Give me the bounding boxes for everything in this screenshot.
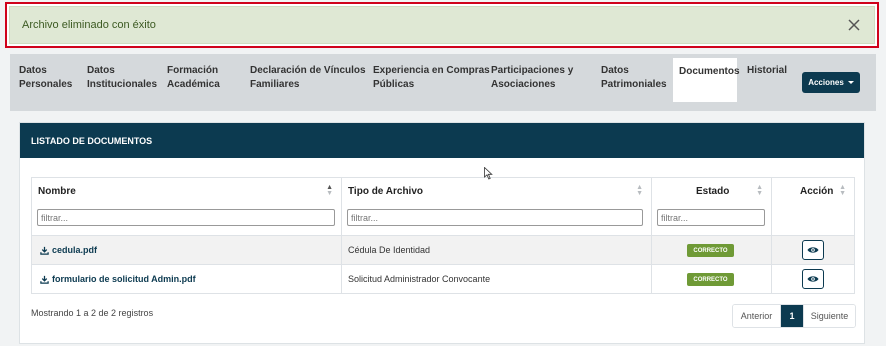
tab-participaciones[interactable]: Participaciones y Asociaciones	[491, 64, 573, 92]
tab-label-line2: Públicas	[373, 79, 415, 90]
table-info: Mostrando 1 a 2 de 2 registros	[31, 308, 154, 318]
file-name: cedula.pdf	[52, 245, 98, 255]
filter-estado-input[interactable]	[657, 209, 765, 226]
file-type: Cédula De Identidad	[348, 245, 431, 255]
view-document-button[interactable]	[802, 269, 824, 289]
table-row: cedula.pdf Cédula De Identidad CORRECTO	[31, 236, 855, 265]
cell-tipo: Cédula De Identidad	[341, 236, 651, 264]
cell-nombre: cedula.pdf	[31, 236, 341, 264]
cell-tipo: Solicitud Administrador Convocante	[341, 265, 651, 293]
filter-tipo-input[interactable]	[347, 209, 643, 226]
table-row: formulario de solicitud Admin.pdf Solici…	[31, 265, 855, 294]
tab-datos-institucionales[interactable]: Datos Institucionales	[87, 64, 157, 92]
column-label: Estado	[696, 186, 730, 197]
tab-declaracion-vinculos[interactable]: Declaración de Vínculos Familiares	[250, 64, 366, 92]
download-file-link[interactable]: cedula.pdf	[40, 245, 97, 255]
actions-label: Acciones	[808, 78, 844, 87]
eye-icon	[807, 247, 819, 253]
tab-label-line2: Patrimoniales	[601, 79, 667, 90]
tab-label-line2: Institucionales	[87, 79, 158, 90]
caret-down-icon	[847, 81, 854, 84]
table-header-row: Nombre ▲▼ Tipo de Archivo ▲▼ Estado ▲▼ A…	[31, 178, 855, 236]
success-alert: Archivo eliminado con éxito	[9, 6, 875, 44]
next-page-button[interactable]: Siguiente	[803, 305, 855, 327]
sort-icon: ▲ ▼	[756, 184, 763, 197]
status-badge: CORRECTO	[687, 244, 734, 257]
column-label: Acción	[800, 186, 834, 197]
status-badge: CORRECTO	[687, 273, 734, 286]
cell-accion	[771, 236, 855, 264]
close-alert-button[interactable]	[844, 15, 864, 35]
cell-accion	[771, 265, 855, 293]
column-header-estado[interactable]: Estado ▲ ▼	[651, 178, 771, 235]
tab-label-line1: Datos	[601, 65, 629, 76]
tab-label-line1: Historial	[747, 65, 788, 76]
tab-label-line1: Datos	[19, 65, 47, 76]
tab-label-line2: Familiares	[250, 79, 300, 90]
download-icon	[40, 246, 49, 255]
tab-documentos[interactable]: Documentos	[673, 58, 740, 102]
alert-highlight-frame: Archivo eliminado con éxito	[5, 2, 879, 48]
filter-nombre-input[interactable]	[37, 209, 335, 226]
download-icon	[40, 275, 49, 284]
card-header: LISTADO DE DOCUMENTOS	[20, 123, 864, 158]
documents-card: LISTADO DE DOCUMENTOS Nombre ▲▼ Tipo de …	[19, 122, 865, 344]
tab-label-line1: Documentos	[679, 66, 740, 77]
close-icon	[848, 19, 860, 31]
tab-label-line1: Experiencia en Compras	[373, 65, 490, 76]
cell-estado: CORRECTO	[651, 265, 771, 293]
download-file-link[interactable]: formulario de solicitud Admin.pdf	[40, 274, 196, 284]
column-header-accion[interactable]: Acción ▲ ▼	[771, 178, 855, 235]
mouse-cursor-icon	[484, 167, 493, 180]
prev-page-button[interactable]: Anterior	[733, 305, 781, 327]
sort-icon: ▲ ▼	[326, 184, 333, 197]
cell-estado: CORRECTO	[651, 236, 771, 264]
alert-message: Archivo eliminado con éxito	[22, 19, 156, 31]
tabs-bar: Datos Personales Datos Institucionales F…	[10, 54, 876, 111]
tab-formacion-academica[interactable]: Formación Académica	[167, 64, 220, 92]
tab-datos-patrimoniales[interactable]: Datos Patrimoniales	[601, 64, 667, 92]
column-header-nombre[interactable]: Nombre ▲ ▼	[31, 178, 341, 235]
tab-label-line2: Académica	[167, 79, 220, 90]
tab-label-line1: Declaración de Vínculos	[250, 65, 366, 76]
tab-historial[interactable]: Historial	[747, 64, 787, 78]
eye-icon	[807, 276, 819, 282]
pagination: Anterior 1 Siguiente	[732, 304, 856, 328]
tab-label-line2: Asociaciones	[491, 79, 556, 90]
page-1-button[interactable]: 1	[781, 305, 803, 327]
file-name: formulario de solicitud Admin.pdf	[52, 274, 196, 284]
tab-datos-personales[interactable]: Datos Personales	[19, 64, 72, 92]
tab-label-line1: Participaciones y	[491, 65, 574, 76]
column-label: Tipo de Archivo	[348, 186, 424, 197]
tab-label-line1: Formación	[167, 65, 219, 76]
card-title: LISTADO DE DOCUMENTOS	[31, 135, 153, 146]
column-header-tipo[interactable]: Tipo de Archivo ▲ ▼	[341, 178, 651, 235]
column-label: Nombre	[38, 186, 76, 197]
cell-nombre: formulario de solicitud Admin.pdf	[31, 265, 341, 293]
view-document-button[interactable]	[802, 240, 824, 260]
sort-icon: ▲ ▼	[839, 184, 846, 197]
tab-experiencia-compras[interactable]: Experiencia en Compras Públicas	[373, 64, 490, 92]
documents-table: Nombre ▲▼ Tipo de Archivo ▲▼ Estado ▲▼ A…	[31, 177, 855, 294]
file-type: Solicitud Administrador Convocante	[348, 274, 491, 284]
tab-label-line2: Personales	[19, 79, 73, 90]
sort-icon: ▲ ▼	[636, 184, 643, 197]
tab-label-line1: Datos	[87, 65, 115, 76]
actions-dropdown-button[interactable]: Acciones	[802, 72, 860, 93]
